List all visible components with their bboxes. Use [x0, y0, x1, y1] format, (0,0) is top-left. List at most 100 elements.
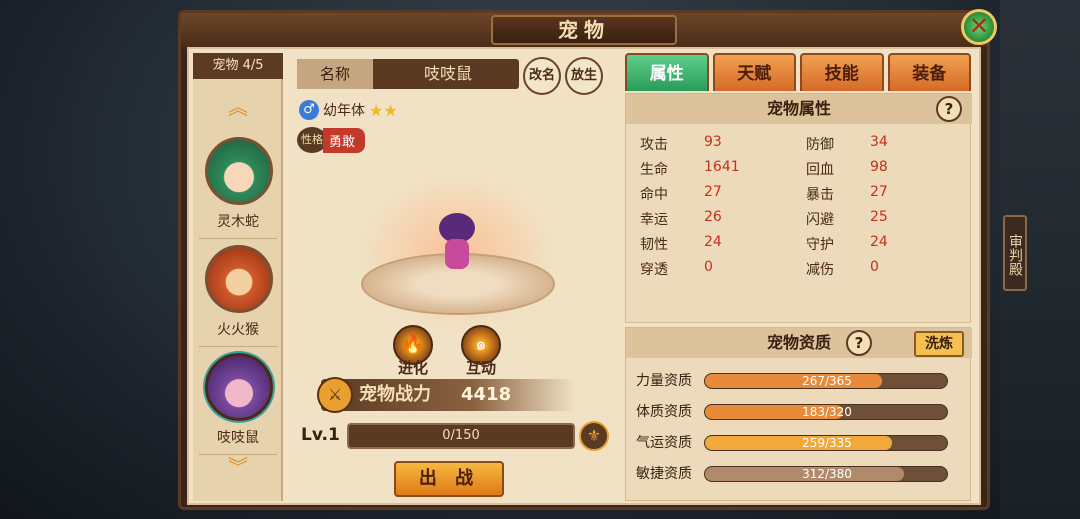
attribute-row: 幸运 26 闪避 25 — [626, 209, 972, 234]
aptitude-value: 259/335 — [802, 436, 852, 450]
aptitude-name: 力量资质 — [636, 373, 692, 389]
attribute-value: 27 — [870, 184, 888, 200]
attribute-value: 24 — [704, 234, 722, 250]
name-label: 名称 — [297, 59, 373, 89]
tab-bar: 属性 天赋 技能 装备 — [625, 53, 971, 91]
attribute-value: 34 — [870, 134, 888, 150]
attribute-name: 生命 — [640, 162, 668, 178]
pet-sprite-body — [445, 239, 469, 269]
aptitude-value: 267/365 — [802, 374, 852, 388]
attributes-panel: 宠物属性 ? 攻击 93 防御 34 生命 1641 回血 98 命中 27 暴击 27 幸运 26 闪避 2… — [625, 93, 972, 323]
release-button[interactable]: 放生 — [565, 57, 603, 95]
exp-bar: 0/150 — [347, 423, 575, 449]
aptitude-bar: 183/320 — [704, 404, 948, 420]
pet-name: 火火猴 — [217, 322, 259, 338]
attribute-row: 穿透 0 减伤 0 — [626, 259, 972, 284]
pet-name-value: 吱吱鼠 — [423, 64, 472, 83]
attribute-name: 攻击 — [640, 137, 668, 153]
attribute-value: 26 — [704, 209, 722, 225]
aptitude-name: 敏捷资质 — [636, 466, 692, 482]
scroll-down-icon[interactable]: ︾ — [223, 457, 253, 477]
attribute-value: 0 — [704, 259, 713, 275]
attribute-name: 减伤 — [806, 262, 834, 278]
aptitude-value: 312/380 — [802, 467, 852, 481]
pet-window: 宠物 ✕ 宠物 4/5 ︽ 灵木蛇 火火猴 吱吱鼠 ︾ 名称 吱吱鼠 改名 放生… — [178, 9, 997, 510]
attribute-name: 闪避 — [806, 212, 834, 228]
level-label: Lv.1 — [301, 425, 340, 445]
tab-equipment[interactable]: 装备 — [887, 53, 971, 91]
trait-row: 性格 勇敢 — [297, 127, 366, 153]
aptitude-bar: 267/365 — [704, 373, 948, 389]
age-stage: 幼年体 — [323, 103, 365, 119]
attribute-name: 穿透 — [640, 262, 668, 278]
pet-list: 宠物 4/5 ︽ 灵木蛇 火火猴 吱吱鼠 ︾ — [193, 53, 283, 501]
pet-name: 吱吱鼠 — [217, 430, 259, 446]
power-label: 宠物战力 — [359, 384, 431, 405]
attribute-value: 98 — [870, 159, 888, 175]
attribute-row: 生命 1641 回血 98 — [626, 159, 972, 184]
attributes-help-button[interactable]: ? — [936, 96, 962, 122]
add-exp-button[interactable]: ⚜ — [579, 421, 609, 451]
attribute-value: 25 — [870, 209, 888, 225]
evolve-label: 进化 — [397, 359, 428, 377]
sword-icon: ⚔ — [317, 377, 353, 413]
pet-list-item-monkey[interactable]: 火火猴 — [199, 241, 277, 347]
pet-list-item-snake[interactable]: 灵木蛇 — [199, 133, 277, 239]
refine-button[interactable]: 洗炼 — [914, 331, 964, 357]
aptitude-row: 敏捷资质 312/380 — [626, 463, 972, 485]
aptitude-help-button[interactable]: ? — [846, 330, 872, 356]
scroll-up-icon[interactable]: ︽ — [223, 97, 253, 117]
title-bar: 宠物 — [181, 13, 987, 47]
aptitude-row: 力量资质 267/365 — [626, 370, 972, 392]
attribute-name: 命中 — [640, 187, 668, 203]
age-row: ♂ 幼年体 ★★ — [299, 99, 398, 121]
name-plate: 名称 吱吱鼠 — [297, 59, 519, 89]
interact-label: 互动 — [465, 359, 496, 377]
attribute-name: 防御 — [806, 137, 834, 153]
tab-skills[interactable]: 技能 — [800, 53, 884, 91]
aptitude-panel: 宠物资质 ? 洗炼 力量资质 267/365 体质资质 183/320 气运资质 259/… — [625, 327, 972, 501]
close-icon: ✕ — [968, 12, 990, 40]
attribute-name: 回血 — [806, 162, 834, 178]
attribute-row: 攻击 93 防御 34 — [626, 134, 972, 159]
aptitude-value: 183/320 — [802, 405, 852, 419]
power-value: 4418 — [461, 384, 512, 405]
exp-text: 0/150 — [442, 428, 480, 443]
pet-count-label: 宠物 4/5 — [193, 53, 283, 79]
tab-attributes[interactable]: 属性 — [625, 53, 709, 91]
attribute-name: 守护 — [806, 237, 834, 253]
pet-list-item-rat[interactable]: 吱吱鼠 — [199, 349, 277, 455]
attribute-row: 命中 27 暴击 27 — [626, 184, 972, 209]
attribute-row: 韧性 24 守护 24 — [626, 234, 972, 259]
male-gender-icon: ♂ — [299, 100, 319, 120]
aptitude-name: 体质资质 — [636, 404, 692, 420]
attribute-value: 24 — [870, 234, 888, 250]
stats-panel: 属性 天赋 技能 装备 宠物属性 ? 攻击 93 防御 34 生命 1641 回血 98 命中 2… — [625, 53, 972, 501]
avatar — [205, 353, 273, 421]
avatar — [205, 245, 273, 313]
avatar — [205, 137, 273, 205]
side-tag-button[interactable]: 审判殿 — [1003, 215, 1027, 291]
aptitude-bar: 312/380 — [704, 466, 948, 482]
pet-detail: 名称 吱吱鼠 改名 放生 ♂ 幼年体 ★★ 性格 勇敢 🔥 进化 ๑ 互动 ⚔ … — [287, 53, 619, 501]
attribute-name: 幸运 — [640, 212, 668, 228]
pet-name: 灵木蛇 — [217, 214, 259, 230]
window-content: 宠物 4/5 ︽ 灵木蛇 火火猴 吱吱鼠 ︾ 名称 吱吱鼠 改名 放生 ♂ 幼年… — [187, 47, 981, 505]
close-button[interactable]: ✕ — [961, 9, 997, 45]
fleur-icon: ⚜ — [586, 426, 602, 445]
window-title: 宠物 — [491, 15, 677, 45]
aptitude-bar: 259/335 — [704, 435, 948, 451]
tab-talent[interactable]: 天赋 — [712, 53, 796, 91]
star-rating-icon: ★★ — [369, 100, 398, 120]
pet-sprite[interactable] — [435, 213, 479, 273]
swirl-icon: ๑ — [475, 334, 487, 355]
rename-button[interactable]: 改名 — [523, 57, 561, 95]
aptitude-row: 气运资质 259/335 — [626, 432, 972, 454]
aptitude-name: 气运资质 — [636, 435, 692, 451]
aptitude-row: 体质资质 183/320 — [626, 401, 972, 423]
deploy-button[interactable]: 出 战 — [394, 461, 504, 497]
attribute-value: 0 — [870, 259, 879, 275]
power-bar: ⚔ 宠物战力 4418 — [317, 377, 575, 413]
attribute-value: 93 — [704, 134, 722, 150]
attribute-name: 暴击 — [806, 187, 834, 203]
